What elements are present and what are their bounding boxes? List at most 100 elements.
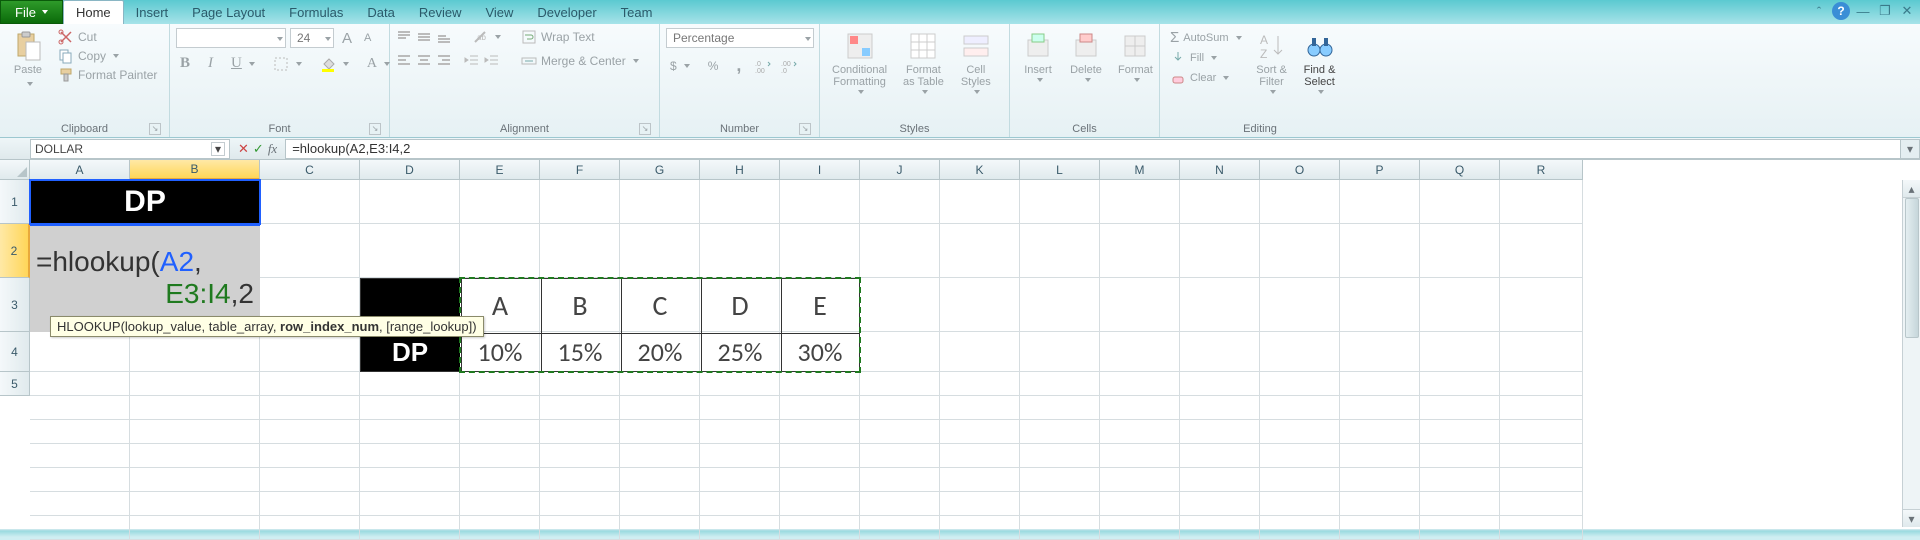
cell[interactable] bbox=[1260, 444, 1340, 468]
paste-dropdown-icon[interactable] bbox=[24, 78, 33, 90]
tab-review[interactable]: Review bbox=[407, 0, 474, 24]
cell[interactable] bbox=[30, 396, 130, 420]
cell[interactable] bbox=[1260, 278, 1340, 332]
cell[interactable] bbox=[940, 444, 1020, 468]
cell[interactable] bbox=[1340, 372, 1420, 396]
cell[interactable] bbox=[130, 420, 260, 444]
cell[interactable] bbox=[860, 396, 940, 420]
row-header-4[interactable]: 4 bbox=[0, 332, 30, 372]
tab-insert[interactable]: Insert bbox=[124, 0, 181, 24]
tab-team[interactable]: Team bbox=[609, 0, 665, 24]
font-size-combo[interactable]: 24 bbox=[290, 28, 334, 48]
minimize-icon[interactable]: — bbox=[1854, 2, 1872, 20]
cell[interactable] bbox=[1500, 372, 1583, 396]
cell[interactable] bbox=[30, 444, 130, 468]
col-header-E[interactable]: E bbox=[460, 160, 540, 180]
find-select-button[interactable]: Find & Select bbox=[1298, 28, 1342, 96]
cell[interactable] bbox=[130, 396, 260, 420]
cell[interactable] bbox=[700, 396, 780, 420]
italic-button[interactable]: I bbox=[204, 54, 217, 73]
col-header-K[interactable]: K bbox=[940, 160, 1020, 180]
cell[interactable] bbox=[860, 224, 940, 278]
cell[interactable] bbox=[1500, 332, 1583, 372]
cell[interactable] bbox=[260, 444, 360, 468]
fill-color-button[interactable] bbox=[316, 55, 353, 73]
fx-icon[interactable]: fx bbox=[268, 141, 277, 157]
cell[interactable] bbox=[460, 420, 540, 444]
name-box-dropdown-icon[interactable]: ▾ bbox=[211, 142, 225, 156]
cell[interactable] bbox=[1100, 444, 1180, 468]
restore-icon[interactable]: ❐ bbox=[1876, 2, 1894, 20]
cell[interactable] bbox=[1100, 180, 1180, 224]
cell[interactable] bbox=[130, 444, 260, 468]
cell[interactable] bbox=[540, 396, 620, 420]
cell[interactable] bbox=[360, 516, 460, 540]
file-tab[interactable]: File bbox=[0, 0, 63, 24]
cell[interactable] bbox=[360, 180, 460, 224]
cell[interactable] bbox=[940, 468, 1020, 492]
cell[interactable] bbox=[1020, 468, 1100, 492]
fill-button[interactable]: Fill bbox=[1166, 49, 1246, 67]
cell[interactable] bbox=[860, 180, 940, 224]
cell[interactable] bbox=[1340, 332, 1420, 372]
cell[interactable] bbox=[30, 372, 130, 396]
cell[interactable] bbox=[1340, 420, 1420, 444]
select-all-corner[interactable] bbox=[0, 160, 30, 180]
cell[interactable] bbox=[620, 444, 700, 468]
cell[interactable] bbox=[1100, 492, 1180, 516]
col-header-D[interactable]: D bbox=[360, 160, 460, 180]
cell[interactable] bbox=[1180, 278, 1260, 332]
cell[interactable] bbox=[700, 492, 780, 516]
cell[interactable] bbox=[700, 516, 780, 540]
cell[interactable] bbox=[860, 492, 940, 516]
merge-center-button[interactable]: Merge & Center bbox=[517, 52, 643, 70]
cell[interactable] bbox=[1420, 180, 1500, 224]
cell[interactable] bbox=[1100, 468, 1180, 492]
tab-home[interactable]: Home bbox=[63, 0, 124, 24]
cell[interactable] bbox=[1340, 396, 1420, 420]
cell[interactable] bbox=[700, 468, 780, 492]
cell[interactable] bbox=[460, 444, 540, 468]
cell[interactable] bbox=[1180, 492, 1260, 516]
cell[interactable] bbox=[620, 468, 700, 492]
dialog-launcher-icon[interactable]: ↘ bbox=[639, 123, 651, 135]
cell[interactable] bbox=[860, 420, 940, 444]
formula-input[interactable]: =hlookup(A2,E3:I4,2 bbox=[285, 139, 1900, 159]
cell[interactable] bbox=[1020, 278, 1100, 332]
cell[interactable] bbox=[1420, 444, 1500, 468]
col-header-J[interactable]: J bbox=[860, 160, 940, 180]
cell[interactable] bbox=[460, 492, 540, 516]
enter-formula-icon[interactable]: ✓ bbox=[253, 141, 264, 157]
copy-button[interactable]: Copy bbox=[54, 47, 161, 65]
cell[interactable] bbox=[1020, 372, 1100, 396]
cell[interactable] bbox=[620, 396, 700, 420]
cell[interactable] bbox=[700, 444, 780, 468]
paste-button[interactable]: Paste bbox=[6, 28, 50, 92]
col-header-G[interactable]: G bbox=[620, 160, 700, 180]
cell[interactable] bbox=[700, 420, 780, 444]
borders-button[interactable] bbox=[269, 55, 306, 73]
shrink-font-button[interactable]: A bbox=[360, 31, 375, 45]
col-header-Q[interactable]: Q bbox=[1420, 160, 1500, 180]
sort-filter-button[interactable]: AZSort & Filter bbox=[1250, 28, 1294, 96]
cell[interactable] bbox=[1420, 224, 1500, 278]
scroll-down-icon[interactable]: ▾ bbox=[1903, 509, 1920, 527]
cell[interactable] bbox=[360, 468, 460, 492]
cell[interactable] bbox=[940, 224, 1020, 278]
cell[interactable] bbox=[780, 372, 860, 396]
cell[interactable] bbox=[1260, 492, 1340, 516]
col-header-B[interactable]: B bbox=[130, 160, 260, 180]
cell[interactable] bbox=[130, 372, 260, 396]
cell[interactable] bbox=[940, 420, 1020, 444]
decrease-indent-icon[interactable] bbox=[464, 52, 480, 68]
cell[interactable] bbox=[1500, 516, 1583, 540]
cell[interactable] bbox=[130, 332, 260, 372]
dialog-launcher-icon[interactable]: ↘ bbox=[799, 123, 811, 135]
comma-button[interactable]: , bbox=[732, 54, 745, 77]
cell[interactable] bbox=[260, 332, 360, 372]
cell[interactable] bbox=[260, 420, 360, 444]
cell[interactable] bbox=[780, 396, 860, 420]
cell[interactable] bbox=[780, 492, 860, 516]
col-header-L[interactable]: L bbox=[1020, 160, 1100, 180]
bold-button[interactable]: B bbox=[176, 54, 194, 73]
